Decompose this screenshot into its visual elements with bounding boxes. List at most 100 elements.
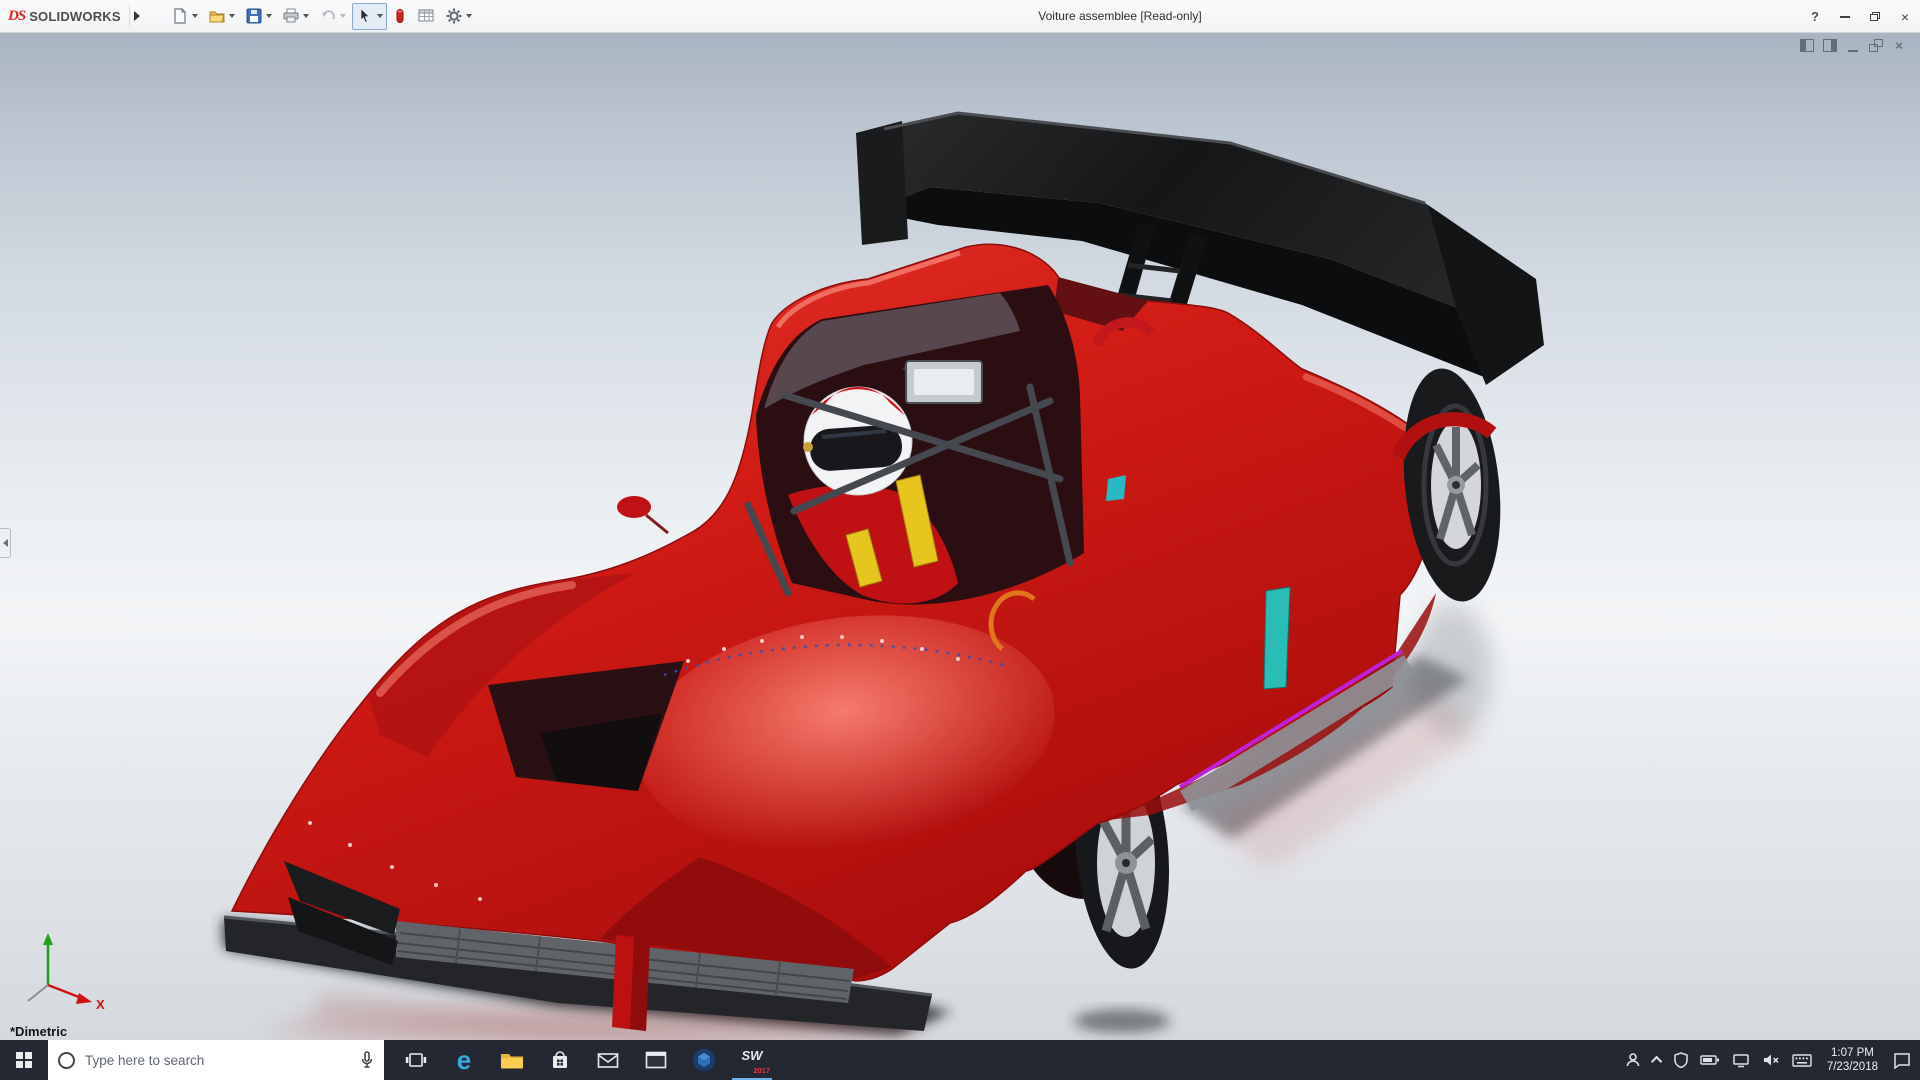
taskbar-apps: e (392, 1040, 776, 1080)
undo-button[interactable] (315, 3, 350, 30)
window-controls: ? × (1800, 0, 1920, 33)
file-explorer-icon (500, 1051, 524, 1070)
titlebar: DS SOLIDWORKS (0, 0, 1920, 33)
clock[interactable]: 1:07 PM 7/23/2018 (1819, 1046, 1886, 1074)
volume-muted-icon (1762, 1053, 1780, 1067)
restore-icon (1870, 12, 1880, 21)
side-mirror (617, 496, 651, 518)
helmet-visor (809, 424, 904, 472)
microphone-icon[interactable] (360, 1051, 374, 1069)
network-button[interactable] (1727, 1040, 1755, 1080)
appearance-icon (393, 7, 407, 25)
dropdown-arrow-icon (192, 14, 198, 18)
search-input[interactable] (85, 1053, 350, 1068)
windows-logo-icon (16, 1052, 32, 1068)
close-icon: × (1901, 9, 1909, 25)
3d-model-canvas[interactable]: X (0, 33, 1920, 1040)
view-orientation-label: *Dimetric (10, 1024, 67, 1039)
solidworks-logo: DS SOLIDWORKS (0, 0, 153, 32)
shield-icon (1674, 1052, 1688, 1068)
taskbar-search-box[interactable] (48, 1040, 384, 1080)
document-minimize-button[interactable] (1846, 39, 1860, 52)
flyout-arrow-icon (134, 11, 140, 21)
x-axis-label: X (96, 997, 105, 1012)
action-center-icon (1893, 1052, 1911, 1069)
graphics-viewport[interactable]: X × *Dimetric (0, 33, 1920, 1040)
cortana-icon (58, 1052, 75, 1069)
dropdown-arrow-icon (229, 14, 235, 18)
undo-arrow-icon (319, 7, 337, 25)
save-button[interactable] (241, 3, 276, 30)
mail-button[interactable] (584, 1040, 632, 1080)
x-axis-arrow-icon (76, 993, 92, 1004)
mail-icon (597, 1052, 619, 1069)
feature-tree-collapse-tab[interactable] (0, 528, 11, 558)
window-title: Voiture assemblee [Read-only] (440, 0, 1800, 33)
action-center-button[interactable] (1888, 1040, 1916, 1080)
ds-logo-icon: DS (8, 8, 25, 25)
clock-date: 7/23/2018 (1827, 1060, 1878, 1074)
security-button[interactable] (1669, 1040, 1693, 1080)
store-icon (550, 1050, 570, 1070)
help-button[interactable]: ? (1800, 0, 1830, 33)
people-icon (1624, 1051, 1642, 1069)
quick-toolbar (167, 0, 476, 32)
store-button[interactable] (536, 1040, 584, 1080)
windows-taskbar: e (0, 1040, 1920, 1080)
dropdown-arrow-icon (340, 14, 346, 18)
network-icon (1732, 1053, 1750, 1068)
task-view-icon (405, 1051, 427, 1069)
start-button[interactable] (0, 1040, 48, 1080)
clock-time: 1:07 PM (1831, 1046, 1874, 1060)
volume-button[interactable] (1757, 1040, 1785, 1080)
new-document-button[interactable] (167, 3, 202, 30)
select-button[interactable] (352, 3, 387, 30)
new-document-icon (171, 7, 189, 25)
open-button[interactable] (204, 3, 239, 30)
collapse-arrow-icon (3, 539, 8, 547)
edge-icon: e (457, 1040, 471, 1080)
touch-keyboard-icon (1792, 1054, 1812, 1067)
print-icon (282, 7, 300, 25)
minimize-icon (1840, 16, 1850, 18)
task-view-button[interactable] (392, 1040, 440, 1080)
edge-browser-button[interactable]: e (440, 1040, 488, 1080)
close-button[interactable]: × (1890, 0, 1920, 33)
document-close-button[interactable]: × (1892, 39, 1906, 52)
chevron-up-icon (1651, 1056, 1662, 1067)
document-restore-button[interactable] (1869, 39, 1883, 52)
people-button[interactable] (1619, 1040, 1647, 1080)
help-icon: ? (1811, 9, 1819, 24)
design-table-icon (417, 7, 435, 25)
appearance-button[interactable] (389, 3, 411, 30)
dropdown-arrow-icon (303, 14, 309, 18)
console-window-icon (645, 1051, 667, 1069)
solidworks-app-button[interactable]: SW 2017 (728, 1040, 776, 1080)
brand-name: SOLIDWORKS (29, 9, 121, 24)
console-window-button[interactable] (632, 1040, 680, 1080)
solidworks-app-icon: SW 2017 (738, 1047, 766, 1073)
print-button[interactable] (278, 3, 313, 30)
dock-pane-left-button[interactable] (1800, 39, 1814, 52)
tray-overflow-button[interactable] (1649, 1040, 1667, 1080)
orientation-triad[interactable]: X (28, 933, 105, 1012)
dock-pane-right-button[interactable] (1823, 39, 1837, 52)
file-explorer-button[interactable] (488, 1040, 536, 1080)
touch-keyboard-button[interactable] (1787, 1040, 1817, 1080)
desktop: { "colors": { "body_red": "#d01a15", "wi… (0, 0, 1920, 1080)
design-table-button[interactable] (413, 3, 439, 30)
model-app-button[interactable] (680, 1040, 728, 1080)
battery-icon (1700, 1054, 1720, 1066)
dropdown-arrow-icon (266, 14, 272, 18)
minimize-button[interactable] (1830, 0, 1860, 33)
select-cursor-icon (356, 7, 374, 25)
y-axis-arrow-icon (43, 933, 53, 945)
battery-button[interactable] (1695, 1040, 1725, 1080)
save-floppy-icon (245, 7, 263, 25)
open-folder-icon (208, 7, 226, 25)
restore-button[interactable] (1860, 0, 1890, 33)
document-window-controls: × (1800, 39, 1906, 52)
cube-app-icon (692, 1048, 716, 1072)
dropdown-arrow-icon (377, 14, 383, 18)
menu-flyout-button[interactable] (129, 5, 145, 27)
